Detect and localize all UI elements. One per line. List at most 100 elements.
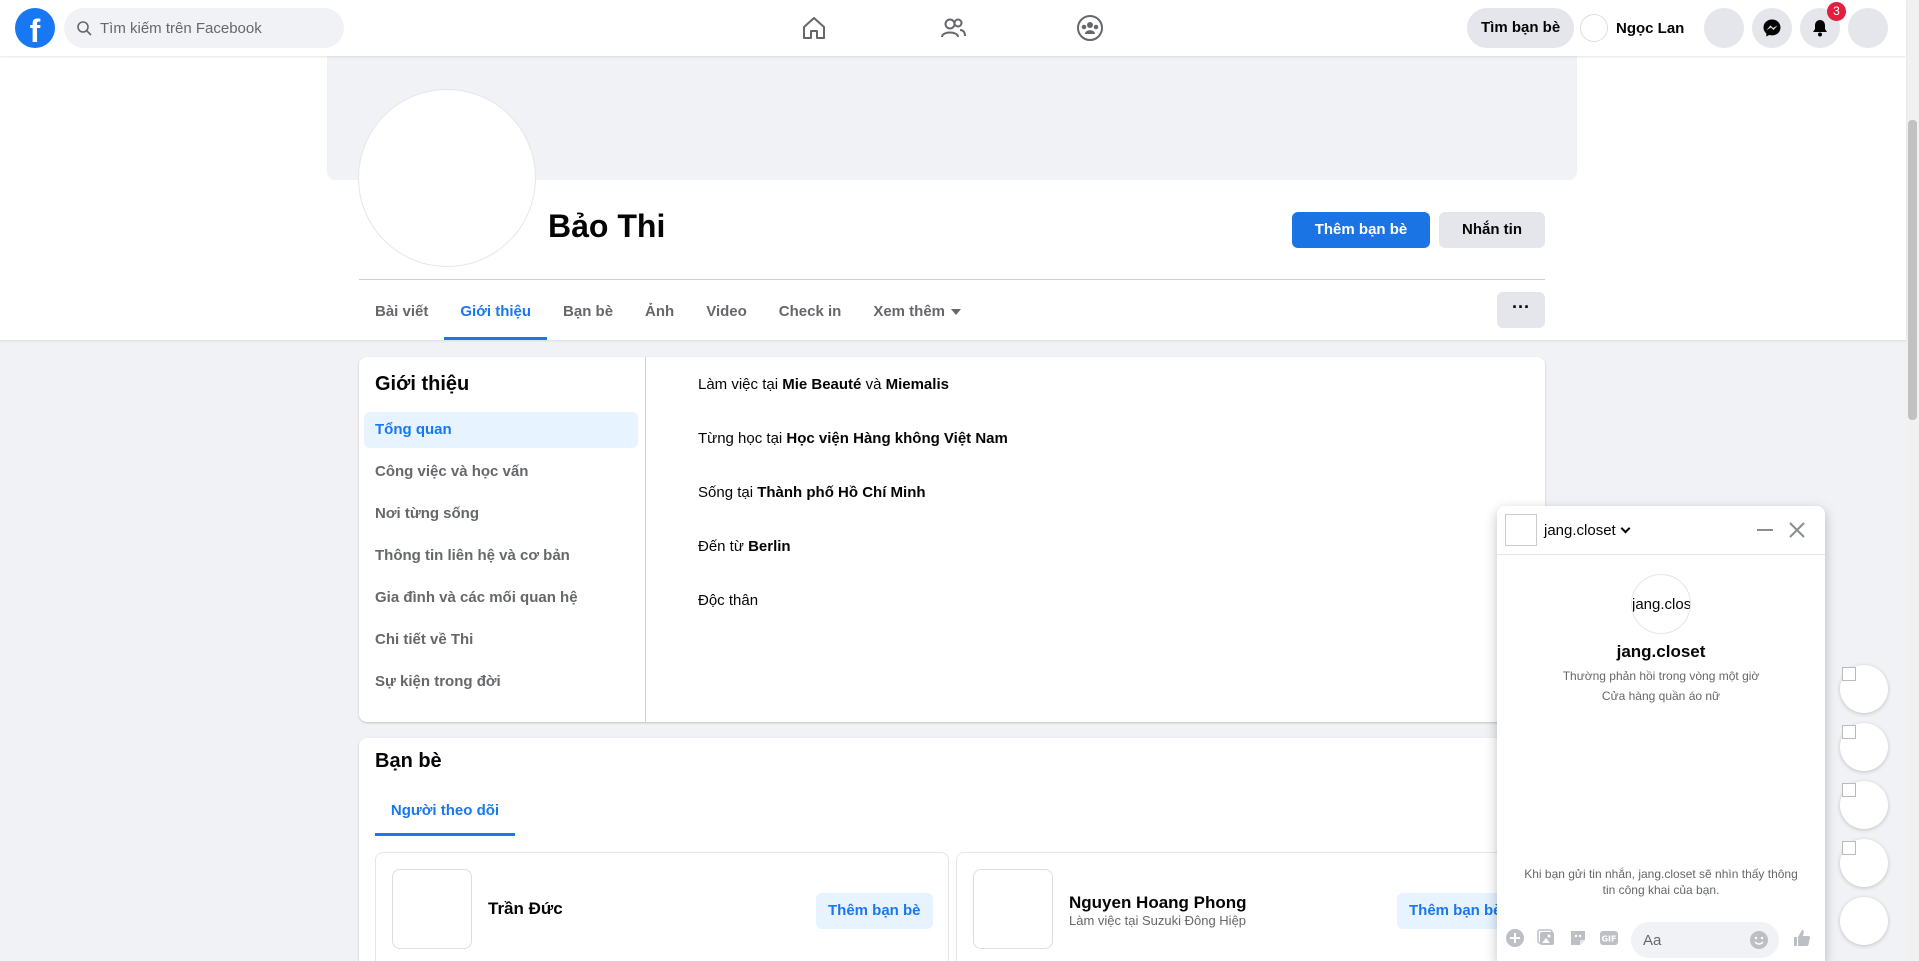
about-live-line: Sống tại Thành phố Hồ Chí Minh xyxy=(698,483,1008,537)
profile-name: Bảo Thi xyxy=(548,208,666,244)
chat-response-time: Thường phản hồi trong vòng một giờ xyxy=(1562,669,1760,683)
new-message-button[interactable] xyxy=(1840,897,1888,945)
profile-chip[interactable]: Ngọc Lan xyxy=(1580,8,1684,48)
about-menu-life-events[interactable]: Sự kiện trong đời xyxy=(364,664,638,700)
tab-followers[interactable]: Người theo dõi xyxy=(375,786,515,836)
minimize-icon[interactable] xyxy=(1757,529,1773,531)
about-relationship: Độc thân xyxy=(698,592,759,609)
profile-tabs: Bài viết Giới thiệu Bạn bè Ảnh Video Che… xyxy=(359,280,977,340)
find-friends-button[interactable]: Tìm bạn bè xyxy=(1467,8,1575,48)
gif-icon[interactable]: GIF xyxy=(1599,928,1619,948)
home-nav-button[interactable] xyxy=(786,0,842,56)
chevron-down-icon xyxy=(1620,523,1631,534)
notifications-button[interactable]: 3 xyxy=(1800,2,1846,48)
friends-nav-button[interactable] xyxy=(925,0,981,56)
chat-head[interactable] xyxy=(1840,665,1888,713)
list-item[interactable]: Nguyen Hoang Phong Làm việc tại Suzuki Đ… xyxy=(956,852,1530,961)
about-menu-places[interactable]: Nơi từng sống xyxy=(364,496,638,532)
search-input[interactable] xyxy=(100,8,336,48)
about-study-line: Từng học tại Học viện Hàng không Việt Na… xyxy=(698,429,1008,483)
about-study-prefix: Từng học tại xyxy=(698,430,787,447)
bell-icon xyxy=(1813,20,1827,37)
chat-head[interactable] xyxy=(1840,839,1888,887)
tab-checkins[interactable]: Check in xyxy=(763,280,858,340)
friends-icon xyxy=(941,18,966,38)
chat-notice: Khi bạn gửi tin nhắn, jang.closet sẽ nhì… xyxy=(1524,867,1798,897)
about-menu: Tổng quan Công việc và học vấn Nơi từng … xyxy=(364,412,638,706)
friend-avatar[interactable] xyxy=(392,869,472,949)
about-from-prefix: Đến từ xyxy=(698,538,749,555)
list-item[interactable]: Trần Đức Thêm bạn bè xyxy=(375,852,949,961)
chat-head[interactable] xyxy=(1840,781,1888,829)
add-friend-button[interactable]: Thêm bạn bè xyxy=(1292,212,1430,248)
messenger-icon xyxy=(1763,19,1781,37)
about-menu-details[interactable]: Chi tiết về Thi xyxy=(364,622,638,658)
like-icon[interactable] xyxy=(1792,928,1812,948)
tab-about[interactable]: Giới thiệu xyxy=(444,280,547,340)
chat-profile-name: jang.closet xyxy=(1616,642,1706,661)
about-work-line: Làm việc tại Mie Beauté và Miemalis xyxy=(698,375,1008,429)
about-menu-family[interactable]: Gia đình và các mối quan hệ xyxy=(364,580,638,616)
about-live-prefix: Sống tại xyxy=(698,484,758,501)
image-icon[interactable] xyxy=(1537,928,1557,948)
chat-header-name[interactable]: jang.closet xyxy=(1544,522,1631,539)
chat-category: Cửa hàng quần áo nữ xyxy=(1601,689,1721,703)
chat-composer: GIF xyxy=(1497,914,1825,961)
avatar xyxy=(1580,14,1608,42)
tab-friends[interactable]: Bạn bè xyxy=(547,280,629,340)
search-box[interactable] xyxy=(64,8,344,48)
tab-videos[interactable]: Video xyxy=(690,280,763,340)
caret-down-icon xyxy=(951,309,962,316)
plus-circle-icon[interactable] xyxy=(1505,928,1525,948)
user-name: Ngọc Lan xyxy=(1616,19,1685,37)
more-options-button[interactable]: ··· xyxy=(1497,292,1545,328)
top-navigation: f Tìm bạn bè Ngọc Lan 3 xyxy=(0,0,1906,56)
tab-photos[interactable]: Ảnh xyxy=(629,280,690,340)
friends-card: Bạn bè Người theo dõi Trần Đức Thêm bạn … xyxy=(359,738,1545,961)
about-from-place[interactable]: Berlin xyxy=(748,538,791,555)
account-button[interactable] xyxy=(1848,8,1888,48)
menu-button[interactable] xyxy=(1704,8,1744,48)
about-overview: Làm việc tại Mie Beauté và Miemalis Từng… xyxy=(698,375,1008,645)
friend-name[interactable]: Trần Đức xyxy=(488,899,563,919)
friend-name[interactable]: Nguyen Hoang Phong xyxy=(1069,893,1247,913)
about-sidebar: Giới thiệu Tổng quan Công việc và học vấ… xyxy=(359,357,646,722)
profile-avatar[interactable] xyxy=(359,90,535,266)
message-button[interactable]: Nhắn tin xyxy=(1439,212,1545,248)
about-work-place-2[interactable]: Miemalis xyxy=(886,376,949,393)
avatar xyxy=(1842,725,1856,739)
close-icon[interactable] xyxy=(1787,520,1807,540)
about-work-place-1[interactable]: Mie Beauté xyxy=(782,376,861,393)
page-scrollbar[interactable] xyxy=(1906,0,1919,961)
about-from-line: Đến từ Berlin xyxy=(698,537,1008,591)
about-study-place[interactable]: Học viện Hàng không Việt Nam xyxy=(786,430,1007,447)
about-work-prefix: Làm việc tại xyxy=(698,376,783,393)
chat-header[interactable]: jang.closet xyxy=(1497,506,1825,555)
tab-more[interactable]: Xem thêm xyxy=(857,280,977,340)
emoji-icon[interactable] xyxy=(1749,930,1769,950)
sticker-icon[interactable] xyxy=(1568,928,1588,948)
about-work-and: và xyxy=(861,376,886,393)
chat-head[interactable] xyxy=(1840,723,1888,771)
avatar xyxy=(1842,667,1856,681)
avatar[interactable] xyxy=(1505,514,1537,546)
about-card: Giới thiệu Tổng quan Công việc và học vấ… xyxy=(359,357,1545,722)
friend-subtitle: Làm việc tại Suzuki Đông Hiệp xyxy=(1069,913,1247,928)
about-menu-work-education[interactable]: Công việc và học vấn xyxy=(364,454,638,490)
notification-badge: 3 xyxy=(1827,2,1846,21)
groups-nav-button[interactable] xyxy=(1062,0,1118,56)
facebook-logo-icon[interactable]: f xyxy=(15,8,55,48)
add-friend-button[interactable]: Thêm bạn bè xyxy=(816,893,933,929)
scrollbar-thumb[interactable] xyxy=(1908,120,1917,420)
svg-text:GIF: GIF xyxy=(1601,935,1616,944)
avatar xyxy=(1842,841,1856,855)
about-live-place[interactable]: Thành phố Hồ Chí Minh xyxy=(757,484,925,501)
messenger-button[interactable] xyxy=(1752,8,1792,48)
about-menu-contact[interactable]: Thông tin liên hệ và cơ bản xyxy=(364,538,638,574)
friend-avatar[interactable] xyxy=(973,869,1053,949)
about-menu-overview[interactable]: Tổng quan xyxy=(364,412,638,448)
chat-profile-avatar[interactable]: jang.clos xyxy=(1631,574,1691,634)
about-title: Giới thiệu xyxy=(375,373,470,395)
tab-more-label: Xem thêm xyxy=(873,303,946,320)
tab-posts[interactable]: Bài viết xyxy=(359,280,444,340)
